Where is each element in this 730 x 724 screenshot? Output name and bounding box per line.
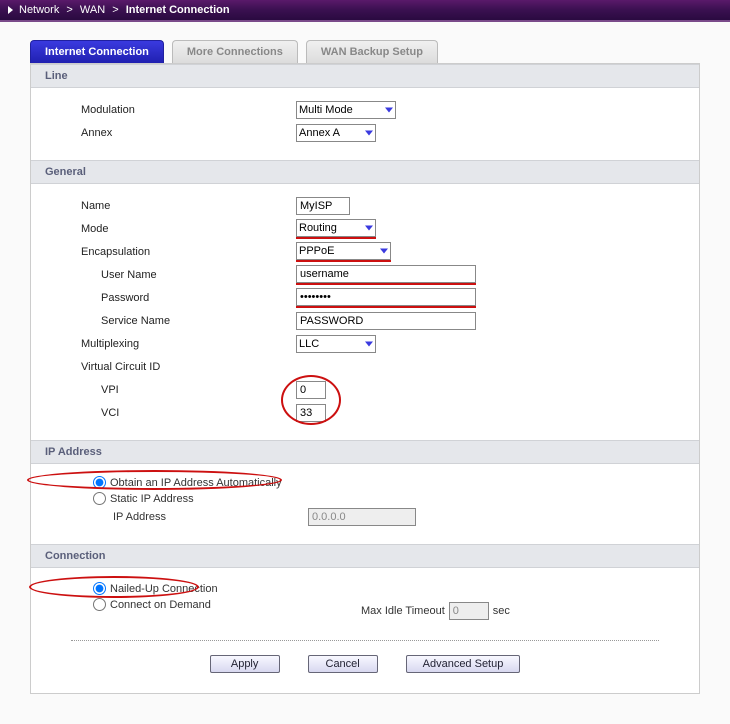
- static-ip-label: Static IP Address: [110, 493, 194, 505]
- tab-bar: Internet Connection More Connections WAN…: [30, 40, 700, 63]
- tab-internet-connection[interactable]: Internet Connection: [30, 40, 164, 63]
- obtain-ip-radio[interactable]: [93, 476, 106, 489]
- obtain-ip-label: Obtain an IP Address Automatically: [110, 477, 282, 489]
- vpi-input[interactable]: [296, 381, 326, 399]
- section-header-ipaddress: IP Address: [31, 440, 699, 464]
- section-header-line: Line: [31, 64, 699, 88]
- multiplexing-label: Multiplexing: [81, 338, 296, 350]
- tab-more-connections[interactable]: More Connections: [172, 40, 298, 63]
- encapsulation-select[interactable]: PPPoE: [296, 242, 391, 260]
- connect-on-demand-label: Connect on Demand: [110, 599, 211, 611]
- settings-panel: Line Modulation Multi Mode Annex: [30, 63, 700, 694]
- password-input[interactable]: [296, 288, 476, 306]
- breadcrumb-seg-3: Internet Connection: [126, 4, 230, 16]
- name-label: Name: [81, 200, 296, 212]
- ipaddr-input: [308, 508, 416, 526]
- maxidle-label: Max Idle Timeout: [361, 605, 445, 617]
- mode-label: Mode: [81, 223, 296, 235]
- breadcrumb-sep: >: [109, 4, 122, 16]
- nailed-up-label: Nailed-Up Connection: [110, 583, 218, 595]
- ipaddr-label: IP Address: [113, 511, 308, 523]
- servicename-input[interactable]: [296, 312, 476, 330]
- vcid-label: Virtual Circuit ID: [81, 361, 296, 373]
- breadcrumb-sep: >: [63, 4, 76, 16]
- button-bar: Apply Cancel Advanced Setup: [71, 640, 659, 673]
- advanced-setup-button[interactable]: Advanced Setup: [406, 655, 521, 673]
- connect-on-demand-radio[interactable]: [93, 598, 106, 611]
- mode-select[interactable]: Routing: [296, 219, 376, 237]
- vci-label: VCI: [81, 407, 296, 419]
- annex-label: Annex: [81, 127, 296, 139]
- breadcrumb-titlebar: Network > WAN > Internet Connection: [0, 0, 730, 22]
- breadcrumb-seg-2: WAN: [80, 4, 105, 16]
- caret-icon: [8, 6, 13, 14]
- encapsulation-label: Encapsulation: [81, 246, 296, 258]
- nailed-up-radio[interactable]: [93, 582, 106, 595]
- vci-input[interactable]: [296, 404, 326, 422]
- name-input[interactable]: [296, 197, 350, 215]
- multiplexing-select[interactable]: LLC: [296, 335, 376, 353]
- username-input[interactable]: [296, 265, 476, 283]
- password-label: Password: [81, 292, 296, 304]
- modulation-label: Modulation: [81, 104, 296, 116]
- modulation-select[interactable]: Multi Mode: [296, 101, 396, 119]
- username-label: User Name: [81, 269, 296, 281]
- servicename-label: Service Name: [81, 315, 296, 327]
- tab-wan-backup[interactable]: WAN Backup Setup: [306, 40, 438, 63]
- sec-label: sec: [493, 605, 510, 617]
- maxidle-input: [449, 602, 489, 620]
- vpi-label: VPI: [81, 384, 296, 396]
- cancel-button[interactable]: Cancel: [308, 655, 378, 673]
- section-header-general: General: [31, 160, 699, 184]
- apply-button[interactable]: Apply: [210, 655, 280, 673]
- section-header-connection: Connection: [31, 544, 699, 568]
- breadcrumb-seg-1: Network: [19, 4, 59, 16]
- annex-select[interactable]: Annex A: [296, 124, 376, 142]
- static-ip-radio[interactable]: [93, 492, 106, 505]
